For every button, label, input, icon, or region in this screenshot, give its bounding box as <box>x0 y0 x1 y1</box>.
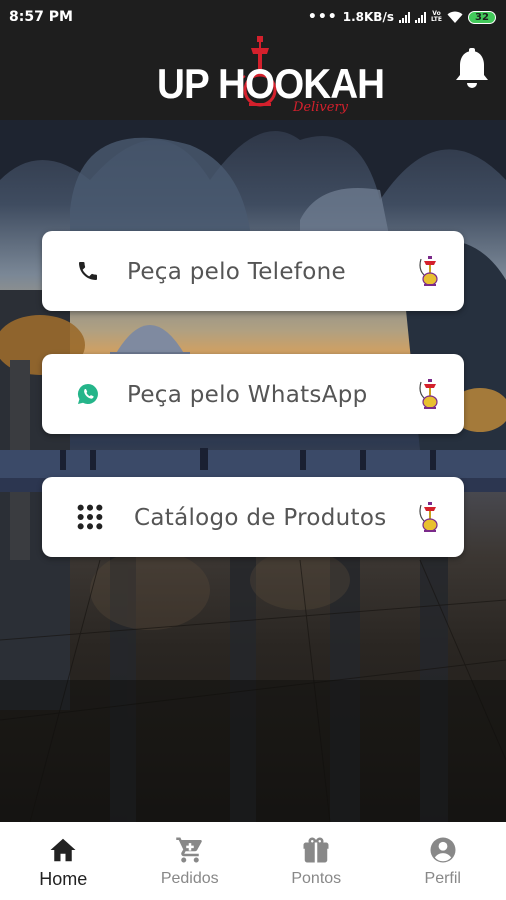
home-icon <box>50 838 76 862</box>
status-bar: 8:57 PM ••• 1.8KB/s Vo LTE 32 <box>0 0 506 34</box>
logo-subtext: Delivery <box>293 100 349 115</box>
action-label-whatsapp: Peça pelo WhatsApp <box>127 382 368 408</box>
signal-icon <box>398 11 410 23</box>
logo-text: UP HOOKAH <box>157 60 385 107</box>
nav-item-pedidos[interactable]: Pedidos <box>127 822 254 900</box>
gift-icon <box>303 837 329 863</box>
bell-icon[interactable] <box>452 47 492 91</box>
app-header: UP HOOKAH Delivery <box>0 34 506 120</box>
nav-item-home[interactable]: Home <box>0 822 127 900</box>
action-label-catalog: Catálogo de Produtos <box>134 505 387 531</box>
whatsapp-icon <box>78 384 98 404</box>
nav-label-perfil: Perfil <box>424 870 461 887</box>
brand-logo: UP HOOKAH Delivery <box>153 34 385 120</box>
signal-icon-2 <box>414 11 426 23</box>
hookah-icon <box>419 256 438 286</box>
mosque-background-image <box>0 120 506 822</box>
hookah-icon <box>419 379 438 409</box>
status-time: 8:57 PM <box>9 9 73 25</box>
action-label-phone: Peça pelo Telefone <box>127 259 346 285</box>
grid-icon <box>77 504 103 530</box>
status-indicators: ••• 1.8KB/s Vo LTE 32 <box>308 9 496 25</box>
nav-item-pontos[interactable]: Pontos <box>253 822 380 900</box>
hookah-icon <box>419 502 438 532</box>
nav-label-pedidos: Pedidos <box>160 870 219 887</box>
battery-icon: 32 <box>468 10 496 24</box>
notification-dots: ••• <box>307 9 338 25</box>
volte-icon: Vo LTE <box>430 10 442 23</box>
bottom-navigation: Home Pedidos Pontos Perfil <box>0 822 506 900</box>
account-circle-icon <box>430 837 456 863</box>
order-by-whatsapp-button[interactable]: Peça pelo WhatsApp <box>42 354 464 434</box>
hero-background <box>0 120 506 822</box>
cart-icon <box>176 837 202 863</box>
product-catalog-button[interactable]: Catálogo de Produtos <box>42 477 464 557</box>
nav-item-perfil[interactable]: Perfil <box>380 822 506 900</box>
nav-label-pontos: Pontos <box>291 870 342 887</box>
order-by-phone-button[interactable]: Peça pelo Telefone <box>42 231 464 311</box>
network-speed: 1.8KB/s <box>342 10 394 24</box>
nav-label-home: Home <box>39 869 88 889</box>
wifi-icon <box>447 11 463 23</box>
phone-icon <box>79 262 97 280</box>
